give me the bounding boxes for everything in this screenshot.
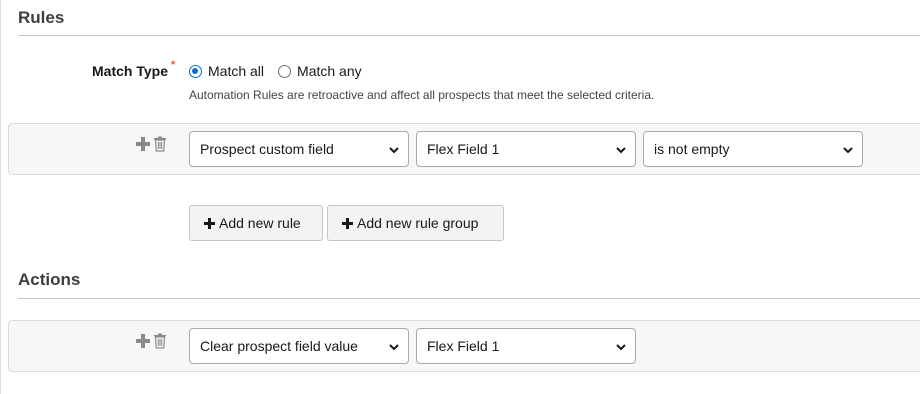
trash-icon[interactable] [153,136,167,152]
plus-icon[interactable] [136,334,150,348]
plus-icon [204,217,215,229]
chevron-down-icon [389,344,399,351]
match-any-label[interactable]: Match any [297,63,362,79]
rule-field-type-value: Prospect custom field [200,141,334,157]
rule-row-icons [136,136,167,152]
actions-section-title: Actions [18,270,81,289]
rule-operator-select[interactable]: is not empty [643,131,863,167]
plus-icon [342,217,353,229]
action-field-select[interactable]: Flex Field 1 [416,328,636,364]
rule-field-type-select[interactable]: Prospect custom field [189,131,409,167]
match-type-radio-group: Match all Match any [189,63,376,79]
match-type-label: Match Type [92,63,168,79]
match-any-radio[interactable] [278,64,292,78]
match-all-radio[interactable] [189,64,202,78]
action-type-select[interactable]: Clear prospect field value [189,328,409,364]
rules-section-title: Rules [18,8,65,27]
rule-field-value: Flex Field 1 [427,141,500,157]
chevron-down-icon [616,147,626,154]
required-marker: * [171,59,176,71]
add-new-rule-group-label: Add new rule group [357,215,479,231]
match-all-label[interactable]: Match all [208,63,264,79]
add-new-rule-label: Add new rule [219,215,301,231]
match-help-text: Automation Rules are retroactive and aff… [189,88,655,102]
rule-operator-value: is not empty [654,141,730,157]
chevron-down-icon [389,147,399,154]
chevron-down-icon [843,147,853,154]
action-field-value: Flex Field 1 [427,338,500,354]
action-row-icons [136,333,167,349]
plus-icon[interactable] [136,137,150,151]
chevron-down-icon [616,344,626,351]
left-border [0,0,1,394]
add-new-rule-group-button[interactable]: Add new rule group [327,205,504,241]
action-type-value: Clear prospect field value [200,338,358,354]
rules-divider [18,35,920,36]
actions-divider [18,298,920,299]
trash-icon[interactable] [153,333,167,349]
rule-field-select[interactable]: Flex Field 1 [416,131,636,167]
add-new-rule-button[interactable]: Add new rule [189,205,323,241]
